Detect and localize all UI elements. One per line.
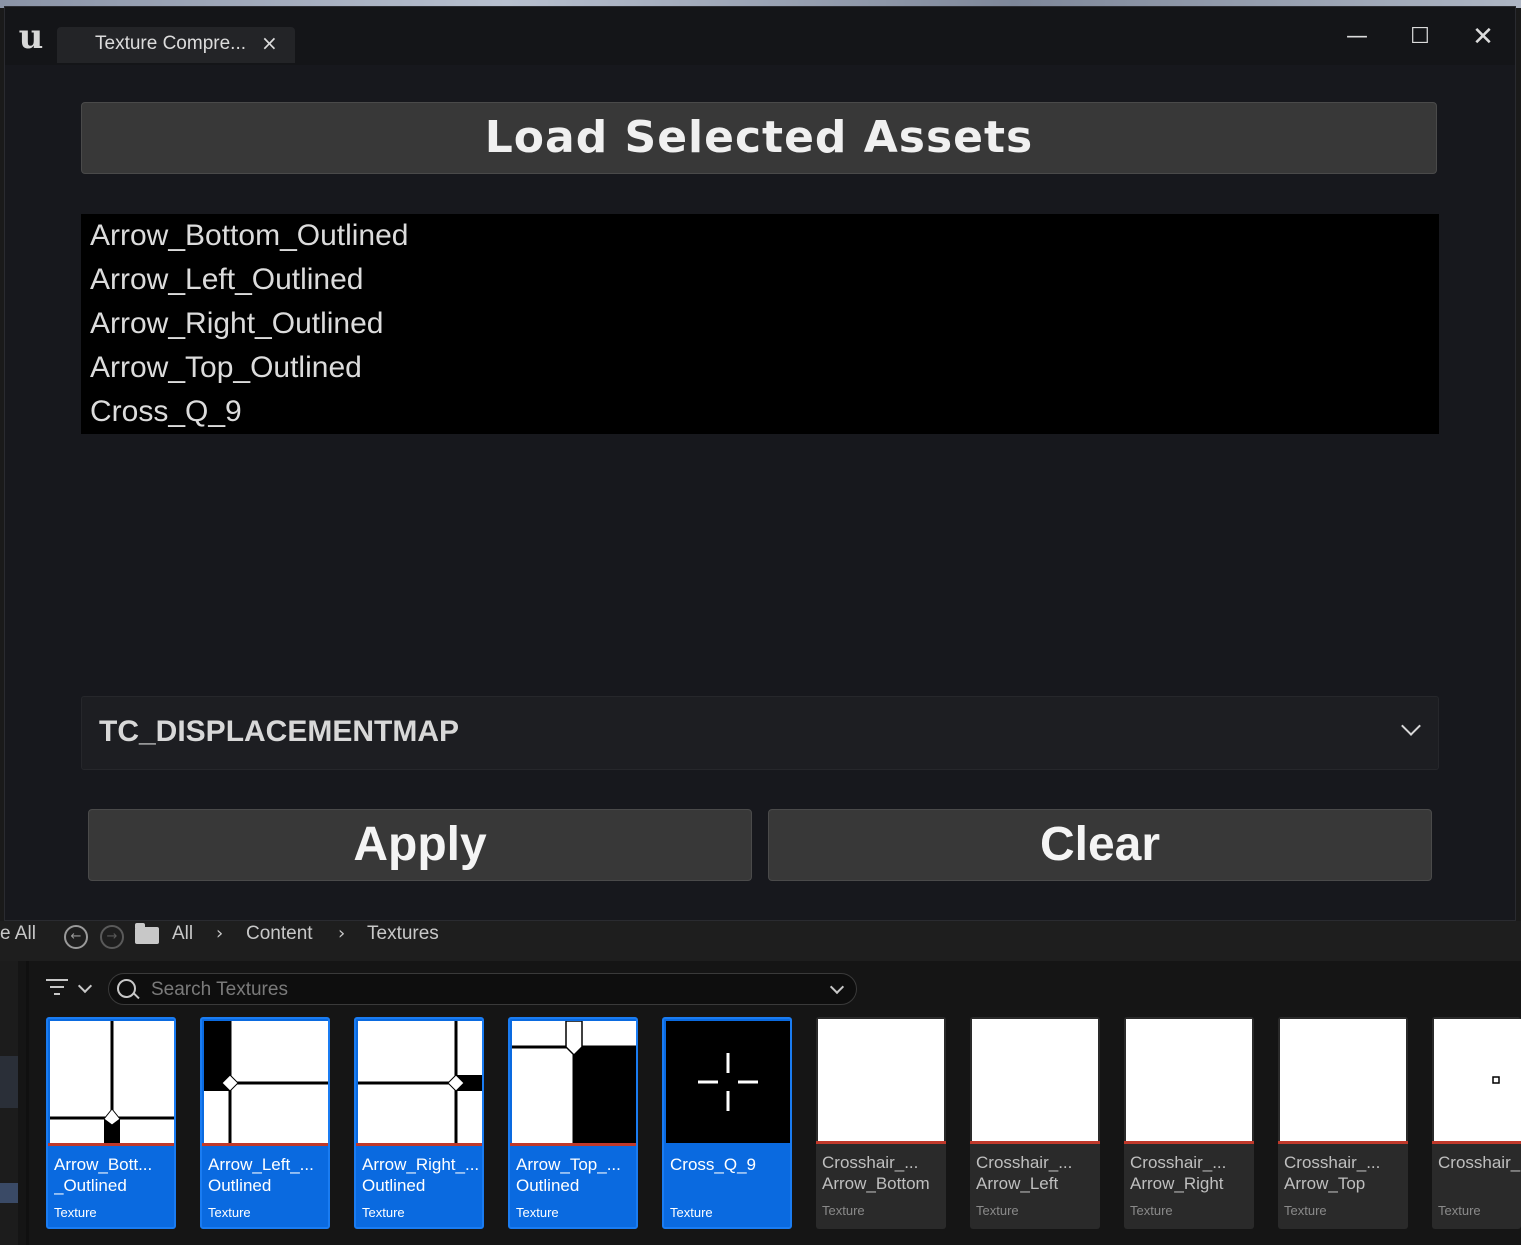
compression-setting-value: TC_DISPLACEMENTMAP bbox=[99, 715, 460, 748]
texture-underline bbox=[202, 1143, 328, 1146]
tab-close-icon[interactable]: × bbox=[261, 31, 278, 55]
tile-type: Texture bbox=[516, 1205, 559, 1220]
asset-tile[interactable]: Arrow_Left_... Outlined Texture bbox=[200, 1017, 330, 1229]
tile-name: Crosshair_... Arrow_Right bbox=[1130, 1153, 1227, 1193]
asset-tile[interactable]: Arrow_Top_... Outlined Texture bbox=[508, 1017, 638, 1229]
texture-underline bbox=[664, 1143, 790, 1146]
chevron-right-icon: › bbox=[338, 923, 346, 944]
texture-thumbnail bbox=[358, 1021, 482, 1143]
clear-button[interactable]: Clear bbox=[768, 809, 1432, 881]
texture-underline bbox=[816, 1141, 946, 1144]
sources-row-selected[interactable] bbox=[0, 1183, 18, 1203]
tile-type: Texture bbox=[670, 1205, 713, 1220]
texture-underline bbox=[970, 1141, 1100, 1144]
asset-list[interactable]: Arrow_Bottom_Outlined Arrow_Left_Outline… bbox=[81, 214, 1439, 434]
tile-name: Crosshair_... Arrow_Top bbox=[1284, 1153, 1381, 1193]
texture-underline bbox=[1124, 1141, 1254, 1144]
asset-tile[interactable]: Crosshair_... Arrow_Left Texture bbox=[970, 1017, 1100, 1229]
list-item[interactable]: Arrow_Right_Outlined bbox=[81, 302, 1439, 346]
texture-underline bbox=[48, 1143, 174, 1146]
sources-panel[interactable] bbox=[0, 961, 18, 1245]
asset-tile[interactable]: Crosshair_... Arrow_Right Texture bbox=[1124, 1017, 1254, 1229]
window-titlebar[interactable]: u Texture Compre... × — ☐ ✕ bbox=[5, 7, 1515, 65]
unreal-logo-icon: u bbox=[18, 17, 44, 57]
texture-thumbnail bbox=[818, 1019, 944, 1141]
tile-type: Texture bbox=[1438, 1203, 1481, 1218]
apply-button[interactable]: Apply bbox=[88, 809, 752, 881]
texture-underline bbox=[356, 1143, 482, 1146]
tile-name: Crosshair_... Arrow_Left bbox=[976, 1153, 1073, 1193]
load-selected-assets-button[interactable]: Load Selected Assets bbox=[81, 102, 1437, 174]
back-arrow-icon[interactable]: ← bbox=[64, 925, 88, 949]
asset-tile[interactable]: Arrow_Right_... Outlined Texture bbox=[354, 1017, 484, 1229]
sources-row[interactable] bbox=[0, 1056, 18, 1108]
asset-tile[interactable]: Crosshair_... Arrow_Bottom Texture bbox=[816, 1017, 946, 1229]
texture-thumbnail bbox=[666, 1021, 790, 1143]
asset-tile[interactable]: Arrow_Bott... _Outlined Texture bbox=[46, 1017, 176, 1229]
texture-underline bbox=[510, 1143, 636, 1146]
texture-thumbnail bbox=[512, 1021, 636, 1143]
tab-texture-compression[interactable]: Texture Compre... × bbox=[57, 27, 295, 63]
texture-thumbnail bbox=[1280, 1019, 1406, 1141]
breadcrumb-content[interactable]: Content bbox=[246, 923, 313, 945]
tile-name: Cross_Q_9 bbox=[670, 1155, 756, 1174]
tile-name: Crosshair_ bbox=[1438, 1153, 1521, 1172]
search-box[interactable] bbox=[108, 973, 857, 1005]
texture-underline bbox=[1432, 1141, 1521, 1144]
search-icon bbox=[117, 979, 136, 998]
folder-icon bbox=[135, 923, 159, 944]
utility-content: Load Selected Assets Arrow_Bottom_Outlin… bbox=[5, 65, 1515, 920]
maximize-button[interactable]: ☐ bbox=[1400, 21, 1440, 53]
asset-tile[interactable]: Cross_Q_9 Texture bbox=[662, 1017, 792, 1229]
breadcrumb: e All ← → All › Content › Textures bbox=[0, 921, 1521, 961]
texture-thumbnail bbox=[204, 1021, 328, 1143]
texture-thumbnail bbox=[1434, 1019, 1521, 1141]
content-browser: e All ← → All › Content › Textures Searc… bbox=[0, 921, 1521, 1245]
tile-name: Crosshair_... Arrow_Bottom bbox=[822, 1153, 930, 1193]
chevron-down-icon[interactable] bbox=[77, 978, 93, 994]
tile-type: Texture bbox=[54, 1205, 97, 1220]
tile-type: Texture bbox=[1284, 1203, 1327, 1218]
tile-name: Arrow_Bott... _Outlined bbox=[54, 1155, 153, 1195]
tile-type: Texture bbox=[976, 1203, 1019, 1218]
list-item[interactable]: Arrow_Top_Outlined bbox=[81, 346, 1439, 390]
close-window-button[interactable]: ✕ bbox=[1463, 21, 1503, 53]
compression-setting-dropdown[interactable]: TC_DISPLACEMENTMAP bbox=[81, 696, 1439, 770]
texture-thumbnail bbox=[972, 1019, 1098, 1141]
breadcrumb-textures[interactable]: Textures bbox=[367, 923, 439, 945]
tile-name: Arrow_Left_... Outlined bbox=[208, 1155, 314, 1195]
tile-name: Arrow_Top_... Outlined bbox=[516, 1155, 621, 1195]
list-item[interactable]: Cross_Q_9 bbox=[81, 390, 1439, 434]
breadcrumb-all[interactable]: All bbox=[172, 923, 193, 945]
panel-splitter[interactable] bbox=[26, 961, 29, 1245]
list-item[interactable]: Arrow_Bottom_Outlined bbox=[81, 214, 1439, 258]
texture-thumbnail bbox=[1126, 1019, 1252, 1141]
texture-thumbnail bbox=[50, 1021, 174, 1143]
chevron-right-icon: › bbox=[216, 923, 224, 944]
chevron-down-icon[interactable] bbox=[829, 979, 845, 995]
asset-tile[interactable]: Crosshair_ Texture bbox=[1432, 1017, 1521, 1229]
tile-type: Texture bbox=[822, 1203, 865, 1218]
tile-type: Texture bbox=[1130, 1203, 1173, 1218]
tab-label: Texture Compre... bbox=[95, 33, 246, 54]
forward-arrow-icon[interactable]: → bbox=[100, 925, 124, 949]
search-input[interactable] bbox=[149, 977, 813, 1003]
list-item[interactable]: Arrow_Left_Outlined bbox=[81, 258, 1439, 302]
minimize-button[interactable]: — bbox=[1337, 21, 1377, 53]
collapse-all-button[interactable]: e All bbox=[0, 923, 36, 945]
asset-tile[interactable]: Crosshair_... Arrow_Top Texture bbox=[1278, 1017, 1408, 1229]
tile-type: Texture bbox=[208, 1205, 251, 1220]
filter-icon[interactable] bbox=[46, 979, 68, 997]
tile-name: Arrow_Right_... Outlined bbox=[362, 1155, 480, 1195]
chevron-down-icon bbox=[1401, 716, 1421, 736]
tile-type: Texture bbox=[362, 1205, 405, 1220]
texture-underline bbox=[1278, 1141, 1408, 1144]
texture-compression-window: u Texture Compre... × — ☐ ✕ Load Selecte… bbox=[4, 6, 1516, 921]
